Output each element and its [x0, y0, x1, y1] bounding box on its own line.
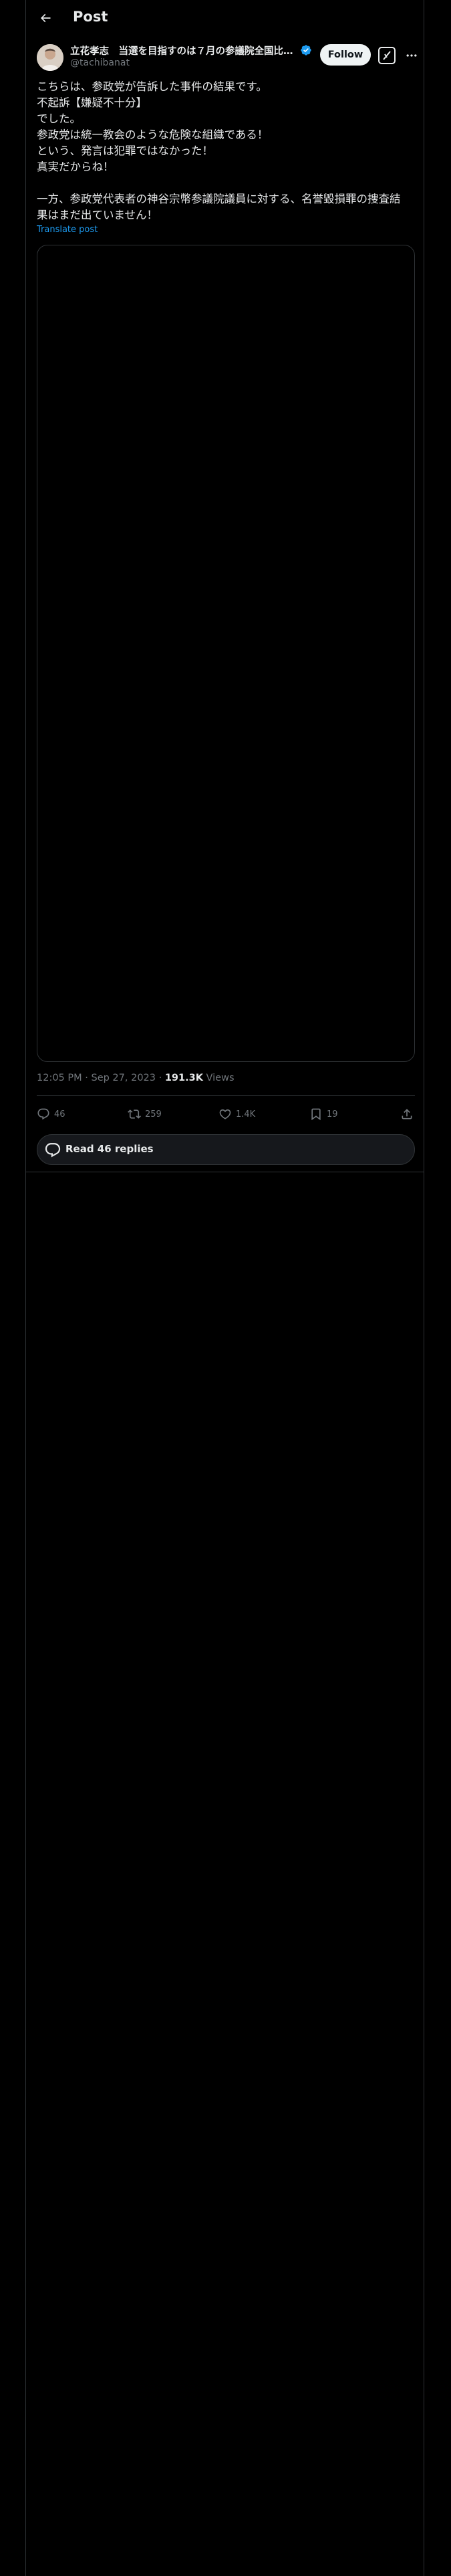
- post-text-line: 果はまだ出ていません！: [37, 209, 158, 221]
- arrow-left-icon: [40, 13, 51, 23]
- post-text-line: 一方、参政党代表者の神谷宗幣参議院議員に対する、名誉毀損罪の捜査結: [37, 193, 401, 205]
- post-text-line: 不起訴【嫌疑不十分】: [37, 96, 147, 109]
- like-button[interactable]: 1.4K: [218, 1102, 255, 1126]
- more-horizontal-icon: [406, 54, 417, 57]
- post-text-line: でした。: [37, 112, 81, 125]
- bookmark-icon: [311, 1108, 321, 1121]
- meta-separator: ·: [82, 1073, 92, 1083]
- heart-icon: [219, 1109, 231, 1119]
- bookmark-button[interactable]: 19: [309, 1102, 338, 1126]
- page: Post 立花孝志 当選を目指すのは７月の参議院全国比… @tachibanat…: [0, 0, 451, 2576]
- divider: [37, 1095, 415, 1096]
- bookmark-count: 19: [327, 1109, 338, 1119]
- post-media[interactable]: [37, 245, 415, 1062]
- post-text-line: という、発言は犯罪ではなかった！: [37, 144, 213, 157]
- views-label: Views: [202, 1073, 235, 1083]
- share-button[interactable]: [400, 1102, 414, 1126]
- repost-button[interactable]: 259: [128, 1102, 162, 1126]
- post-text-line: 参政党は統一教会のような危険な組織である！: [37, 128, 269, 141]
- post-date[interactable]: Sep 27, 2023: [91, 1073, 156, 1083]
- back-button[interactable]: [33, 5, 58, 31]
- reply-button[interactable]: 46: [37, 1102, 65, 1126]
- views-count: 191.3K: [164, 1073, 203, 1083]
- reply-count: 46: [54, 1109, 65, 1119]
- post-text: こちらは、参政党が告訴した事件の結果です。 不起訴【嫌疑不十分】 でした。 参政…: [37, 79, 415, 223]
- grok-button[interactable]: [377, 45, 397, 66]
- meta-separator: ·: [156, 1073, 165, 1083]
- main-column: Post 立花孝志 当選を目指すのは７月の参議院全国比… @tachibanat…: [25, 0, 424, 2576]
- share-icon: [402, 1109, 412, 1119]
- author-handle[interactable]: @tachibanat: [70, 58, 130, 68]
- post-time[interactable]: 12:05 PM: [37, 1073, 82, 1083]
- author-name[interactable]: 立花孝志 当選を目指すのは７月の参議院全国比…: [70, 43, 297, 58]
- translate-post-link[interactable]: Translate post: [37, 225, 98, 235]
- page-title: Post: [73, 9, 108, 25]
- reply-icon: [37, 1108, 49, 1120]
- top-bar: Post: [26, 0, 425, 36]
- post-text-line: こちらは、参政党が告訴した事件の結果です。: [37, 80, 267, 93]
- read-replies-label: Read 46 replies: [65, 1143, 154, 1155]
- post-meta: 12:05 PM · Sep 27, 2023 · 191.3K Views: [37, 1073, 235, 1083]
- more-options-button[interactable]: [402, 45, 422, 66]
- follow-button[interactable]: Follow: [320, 44, 371, 66]
- like-count: 1.4K: [236, 1109, 256, 1119]
- post-text-line: [37, 175, 415, 191]
- avatar-image: [37, 44, 63, 71]
- post-text-line: 真実だからね！: [37, 160, 114, 173]
- reply-bubble-icon: [45, 1143, 61, 1158]
- verified-badge-icon: [301, 45, 311, 56]
- repost-icon: [128, 1109, 141, 1119]
- read-replies-button[interactable]: Read 46 replies: [37, 1134, 415, 1165]
- avatar[interactable]: [37, 44, 63, 71]
- grok-icon: [378, 47, 396, 64]
- repost-count: 259: [145, 1109, 162, 1119]
- author-row: 立花孝志 当選を目指すのは７月の参議院全国比… @tachibanat Foll…: [37, 43, 417, 72]
- action-bar: 46 259 1.4K 19: [37, 1102, 415, 1126]
